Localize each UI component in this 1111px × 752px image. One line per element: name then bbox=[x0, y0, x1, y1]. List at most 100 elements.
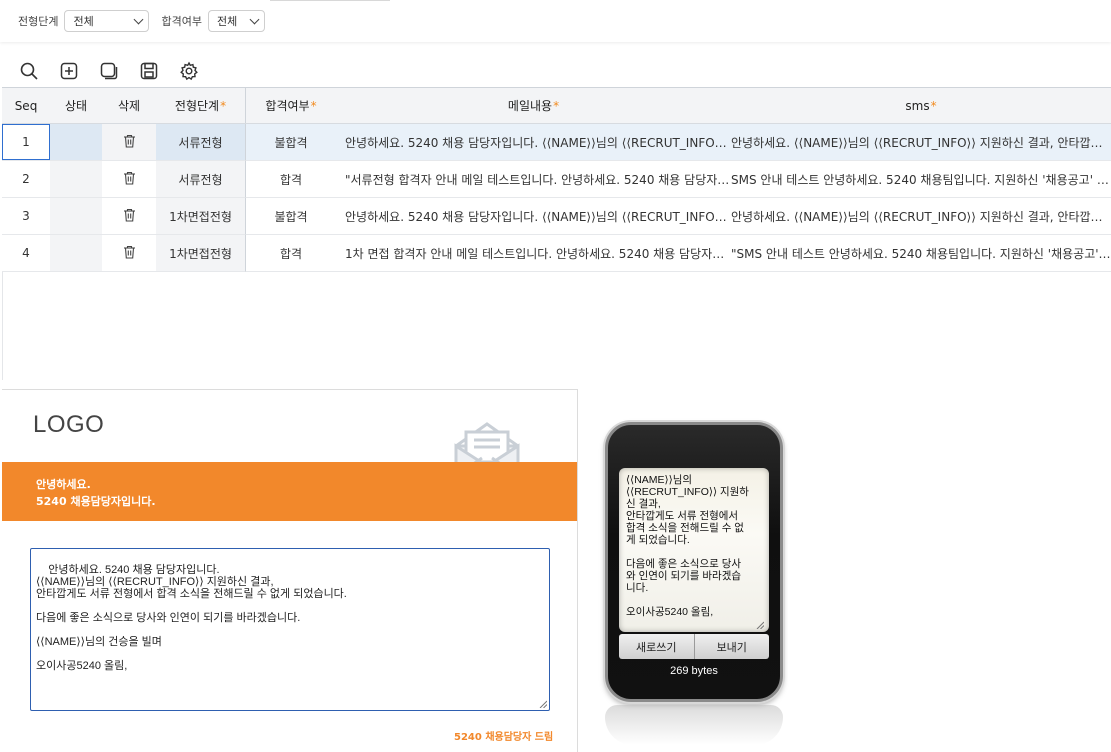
status-cell bbox=[50, 235, 102, 272]
delete-cell[interactable] bbox=[102, 235, 156, 272]
chevron-down-icon bbox=[134, 14, 144, 24]
seq-cell[interactable]: 4 bbox=[2, 235, 50, 272]
template-grid: Seq 상태 삭제 전형단계 * 합격여부 * 메일내용 * sms * 1 서류전형 … bbox=[2, 87, 1111, 273]
seq-cell[interactable]: 2 bbox=[2, 161, 50, 198]
resize-handle-icon[interactable] bbox=[539, 700, 547, 708]
sms-cell-text: "SMS 안내 테스트 안녕하세요. 5240 채용팀입니다. 지원하신 '채용… bbox=[731, 246, 1111, 261]
required-mark: * bbox=[553, 98, 560, 113]
mail-cell[interactable]: 안녕하세요. 5240 채용 담당자입니다. ⟨⟨NAME⟩⟩님의 ⟨⟨RECR… bbox=[336, 198, 731, 235]
send-button[interactable]: 보내기 bbox=[693, 634, 770, 659]
settings-button[interactable] bbox=[178, 60, 200, 82]
new-message-button[interactable]: 새로쓰기 bbox=[619, 634, 694, 659]
col-pass[interactable]: 합격여부 * bbox=[246, 88, 336, 123]
add-button[interactable] bbox=[58, 60, 80, 82]
search-icon bbox=[20, 62, 38, 80]
copy-button[interactable] bbox=[98, 60, 120, 82]
col-seq[interactable]: Seq bbox=[2, 88, 50, 123]
sms-cell[interactable]: "SMS 안내 테스트 안녕하세요. 5240 채용팀입니다. 지원하신 '채용… bbox=[731, 235, 1111, 272]
search-button[interactable] bbox=[18, 60, 40, 82]
add-icon bbox=[60, 62, 78, 80]
pass-filter-select[interactable]: 전체 bbox=[207, 10, 265, 32]
save-icon bbox=[140, 62, 158, 80]
save-button[interactable] bbox=[138, 60, 160, 82]
status-cell bbox=[50, 161, 102, 198]
stage-cell[interactable]: 서류전형 bbox=[156, 124, 246, 161]
grid-header: Seq 상태 삭제 전형단계 * 합격여부 * 메일내용 * sms * bbox=[2, 88, 1111, 124]
required-mark: * bbox=[220, 98, 227, 113]
sms-cell[interactable]: 안녕하세요. ⟨⟨NAME⟩⟩님의 ⟨⟨RECRUT_INFO⟩⟩ 지원하신 결… bbox=[731, 124, 1111, 161]
delete-cell[interactable] bbox=[102, 198, 156, 235]
pass-cell[interactable]: 합격 bbox=[246, 235, 336, 272]
pass-filter-value: 전체 bbox=[216, 15, 238, 28]
mail-cell-text: 안녕하세요. 5240 채용 담당자입니다. ⟨⟨NAME⟩⟩님의 ⟨⟨RECR… bbox=[345, 209, 731, 224]
stage-filter-label: 전형단계 bbox=[18, 15, 59, 28]
chevron-down-icon bbox=[249, 14, 260, 24]
seq-cell[interactable]: 1 bbox=[2, 124, 50, 161]
mail-cell-text: 1차 면접 합격자 안내 메일 테스트입니다. 안녕하세요. 5240 채용 담… bbox=[345, 246, 731, 261]
stage-filter-select[interactable]: 전체 bbox=[64, 10, 150, 32]
phone-screen: ⟨⟨NAME⟩⟩님의 ⟨⟨RECRUT_INFO⟩⟩ 지원하 신 결과, 안타깝… bbox=[619, 468, 769, 632]
phone-reflection bbox=[605, 705, 783, 745]
trash-icon[interactable] bbox=[123, 245, 136, 262]
mail-banner: 안녕하세요. 5240 채용담당자입니다. bbox=[2, 462, 577, 521]
table-row[interactable]: 2 서류전형 합격 "서류전형 합격자 안내 메일 테스트입니다. 안녕하세요.… bbox=[2, 161, 1111, 198]
sms-body-textarea[interactable]: ⟨⟨NAME⟩⟩님의 ⟨⟨RECRUT_INFO⟩⟩ 지원하 신 결과, 안타깝… bbox=[626, 474, 764, 622]
mail-cell[interactable]: 안녕하세요. 5240 채용 담당자입니다. ⟨⟨NAME⟩⟩님의 ⟨⟨RECR… bbox=[336, 124, 731, 161]
delete-cell[interactable] bbox=[102, 124, 156, 161]
copy-icon bbox=[100, 62, 118, 80]
sms-byte-count: 269 bytes bbox=[670, 665, 718, 677]
pass-filter-label: 합격여부 bbox=[161, 15, 202, 28]
table-row[interactable]: 4 1차면접전형 합격 1차 면접 합격자 안내 메일 테스트입니다. 안녕하세… bbox=[2, 235, 1111, 272]
sms-cell-text: 안녕하세요. ⟨⟨NAME⟩⟩님의 ⟨⟨RECRUT_INFO⟩⟩ 지원하신 결… bbox=[731, 209, 1111, 224]
sms-cell[interactable]: SMS 안내 테스트 안녕하세요. 5240 채용팀입니다. 지원하신 '채용공… bbox=[731, 161, 1111, 198]
mail-cell-text: 안녕하세요. 5240 채용 담당자입니다. ⟨⟨NAME⟩⟩님의 ⟨⟨RECR… bbox=[345, 135, 731, 150]
sms-cell-text: SMS 안내 테스트 안녕하세요. 5240 채용팀입니다. 지원하신 '채용공… bbox=[731, 172, 1111, 187]
delete-cell[interactable] bbox=[102, 161, 156, 198]
sms-phone-preview: ⟨⟨NAME⟩⟩님의 ⟨⟨RECRUT_INFO⟩⟩ 지원하 신 결과, 안타깝… bbox=[605, 422, 783, 702]
grid-left-border bbox=[2, 272, 3, 380]
required-mark: * bbox=[310, 98, 317, 113]
table-row[interactable]: 1 서류전형 불합격 안녕하세요. 5240 채용 담당자입니다. ⟨⟨NAME… bbox=[2, 124, 1111, 161]
mail-logo: LOGO bbox=[33, 411, 105, 438]
pass-cell[interactable]: 불합격 bbox=[246, 198, 336, 235]
mail-body-text: 안녕하세요. 5240 채용 담당자입니다. ⟨⟨NAME⟩⟩님의 ⟨⟨RECR… bbox=[36, 564, 347, 672]
sms-cell[interactable]: 안녕하세요. ⟨⟨NAME⟩⟩님의 ⟨⟨RECRUT_INFO⟩⟩ 지원하신 결… bbox=[731, 198, 1111, 235]
filter-bar: 전형단계 전체 합격여부 전체 bbox=[0, 0, 1111, 42]
stage-filter-value: 전체 bbox=[73, 15, 94, 28]
gear-icon bbox=[180, 61, 198, 81]
status-cell bbox=[50, 198, 102, 235]
col-stage[interactable]: 전형단계 * bbox=[156, 88, 246, 123]
trash-icon[interactable] bbox=[123, 208, 136, 225]
selected-cell[interactable]: 1 bbox=[2, 124, 50, 160]
pass-cell[interactable]: 불합격 bbox=[246, 124, 336, 161]
col-delete[interactable]: 삭제 bbox=[102, 88, 156, 123]
grid-toolbar bbox=[18, 60, 200, 82]
col-stage-label: 전형단계 bbox=[174, 99, 220, 113]
mail-cell[interactable]: 1차 면접 합격자 안내 메일 테스트입니다. 안녕하세요. 5240 채용 담… bbox=[336, 235, 731, 272]
stage-cell[interactable]: 서류전형 bbox=[156, 161, 246, 198]
phone-button-bar: 새로쓰기 보내기 bbox=[619, 634, 769, 659]
mail-banner-line2: 5240 채용담당자입니다. bbox=[36, 495, 156, 508]
mail-cell-text: "서류전형 합격자 안내 메일 테스트입니다. 안녕하세요. 5240 채용 담… bbox=[345, 172, 731, 187]
sms-cell-text: 안녕하세요. ⟨⟨NAME⟩⟩님의 ⟨⟨RECRUT_INFO⟩⟩ 지원하신 결… bbox=[731, 135, 1111, 150]
trash-icon[interactable] bbox=[123, 134, 136, 151]
stage-cell[interactable]: 1차면접전형 bbox=[156, 235, 246, 272]
mail-banner-line1: 안녕하세요. bbox=[36, 478, 91, 491]
top-divider bbox=[270, 0, 390, 1]
col-mail[interactable]: 메일내용 * bbox=[336, 88, 731, 123]
pass-cell[interactable]: 합격 bbox=[246, 161, 336, 198]
seq-cell[interactable]: 3 bbox=[2, 198, 50, 235]
col-status[interactable]: 상태 bbox=[50, 88, 102, 123]
resize-handle-icon[interactable] bbox=[756, 621, 764, 629]
col-mail-label: 메일내용 bbox=[507, 99, 553, 113]
required-mark: * bbox=[930, 98, 937, 113]
col-pass-label: 합격여부 bbox=[265, 99, 310, 113]
mail-body-textarea[interactable]: 안녕하세요. 5240 채용 담당자입니다. ⟨⟨NAME⟩⟩님의 ⟨⟨RECR… bbox=[30, 548, 550, 711]
mail-cell[interactable]: "서류전형 합격자 안내 메일 테스트입니다. 안녕하세요. 5240 채용 담… bbox=[336, 161, 731, 198]
stage-cell[interactable]: 1차면접전형 bbox=[156, 198, 246, 235]
col-sms-label: sms bbox=[905, 98, 930, 113]
trash-icon[interactable] bbox=[123, 171, 136, 188]
table-row[interactable]: 3 1차면접전형 불합격 안녕하세요. 5240 채용 담당자입니다. ⟨⟨NA… bbox=[2, 198, 1111, 235]
col-sms[interactable]: sms * bbox=[731, 88, 1111, 123]
status-cell bbox=[50, 124, 102, 161]
